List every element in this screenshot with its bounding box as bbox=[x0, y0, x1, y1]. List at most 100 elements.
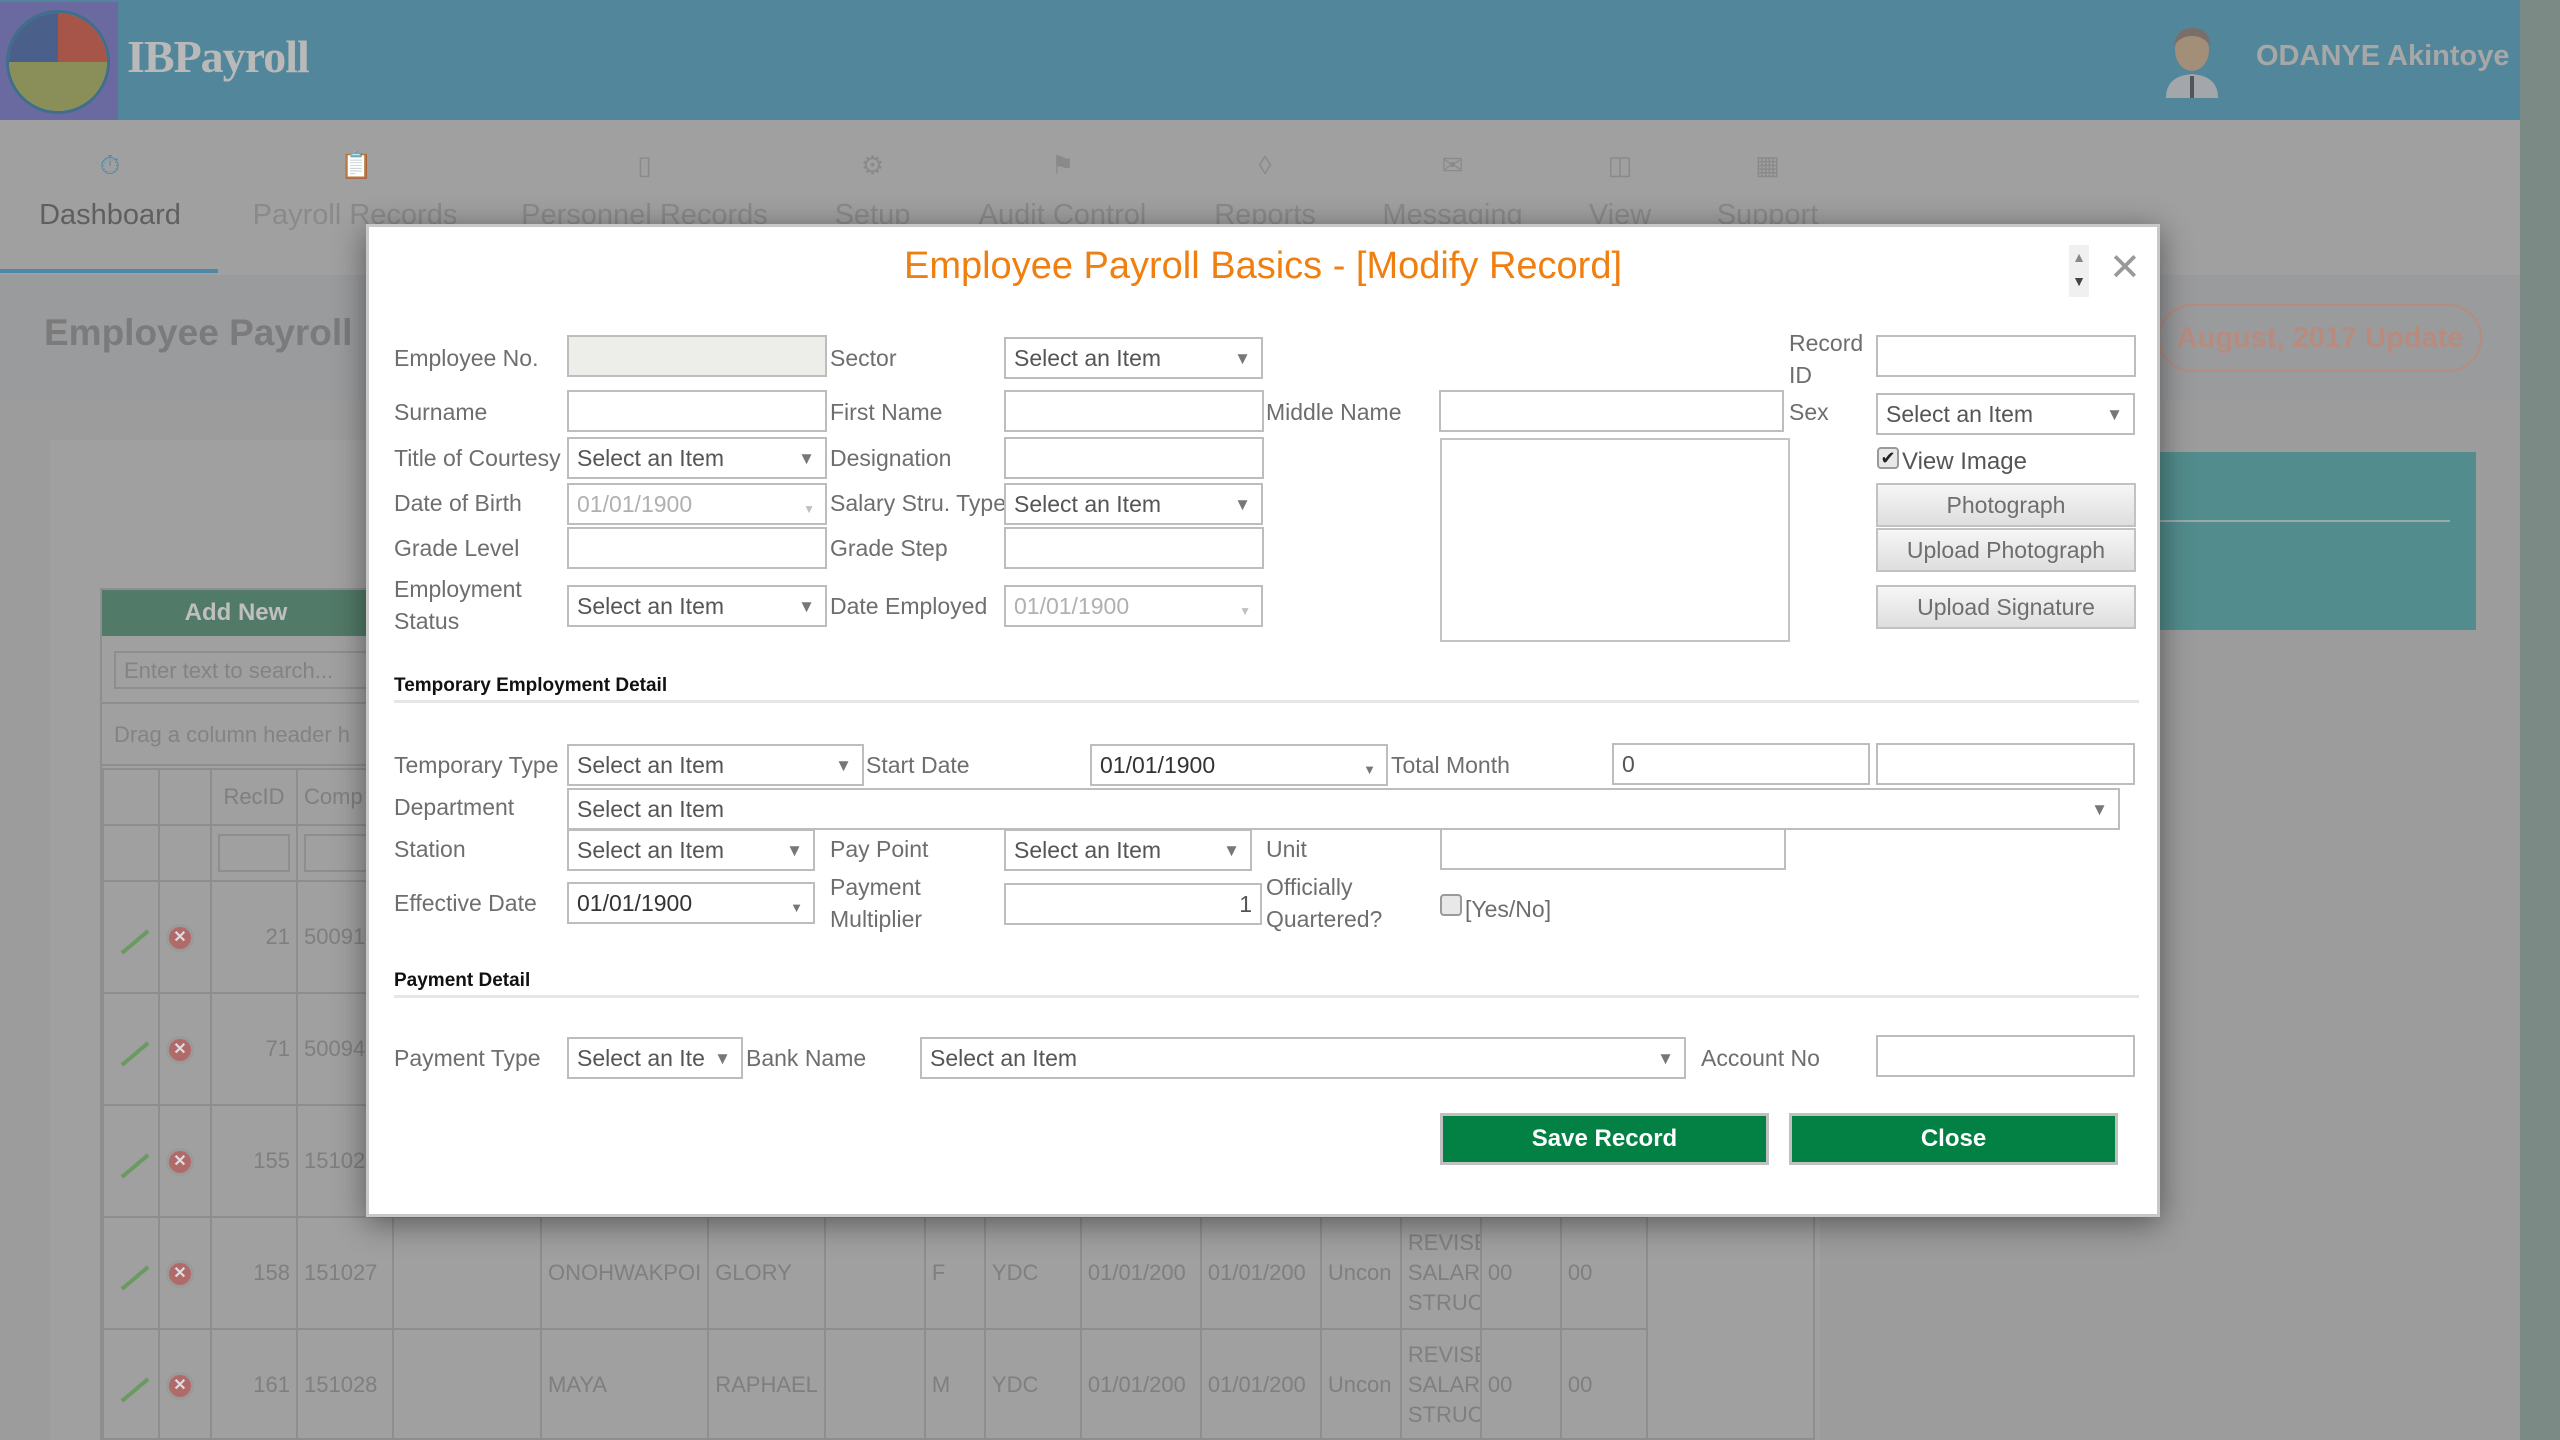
flag-icon: ⚑ bbox=[1050, 150, 1075, 180]
temporary-type-label: Temporary Type bbox=[394, 752, 559, 778]
col-header-delete bbox=[158, 768, 212, 826]
date-employed-label: Date Employed bbox=[830, 593, 988, 619]
total-month-extra-field[interactable] bbox=[1876, 743, 2135, 785]
cell-date: 01/01/200 bbox=[1199, 1328, 1322, 1440]
date-employed-date-picker[interactable]: 01/01/1900 bbox=[1004, 585, 1263, 627]
cell-recid: 158 bbox=[210, 1216, 298, 1330]
pay-point-select[interactable]: Select an Item bbox=[1004, 829, 1252, 871]
network-icon: ▦ bbox=[1755, 150, 1780, 180]
start-date-picker[interactable]: 01/01/1900 bbox=[1090, 744, 1388, 786]
cell-surname: MAYA bbox=[539, 1328, 710, 1440]
payment-section-title: Payment Detail bbox=[394, 970, 531, 991]
total-month-field[interactable]: 0 bbox=[1612, 743, 1870, 785]
sex-select[interactable]: Select an Item bbox=[1876, 393, 2135, 435]
layers-icon: ◊ bbox=[1258, 150, 1272, 180]
add-new-button[interactable]: Add New bbox=[102, 590, 370, 636]
middle-name-label: Middle Name bbox=[1266, 399, 1402, 425]
close-button[interactable]: Close bbox=[1789, 1113, 2118, 1165]
upload-photograph-button[interactable]: Upload Photograph bbox=[1876, 528, 2136, 572]
nav-dashboard[interactable]: ⏱ Dashboard bbox=[20, 120, 200, 275]
unit-label: Unit bbox=[1266, 836, 1307, 862]
arrow-up-icon[interactable]: ▲ bbox=[2072, 249, 2086, 265]
employment-status-label: Employment Status bbox=[394, 576, 522, 634]
dob-label: Date of Birth bbox=[394, 490, 522, 516]
department-select[interactable]: Select an Item bbox=[567, 788, 2120, 830]
cell-sex: M bbox=[923, 1328, 986, 1440]
edit-pencil-icon[interactable] bbox=[102, 880, 160, 994]
gear-icon: ⚙ bbox=[860, 150, 885, 180]
payment-type-select[interactable]: Select an Ite bbox=[567, 1037, 743, 1079]
salary-type-select[interactable]: Select an Item bbox=[1004, 483, 1263, 525]
modal-scroll-arrows[interactable]: ▲ ▼ bbox=[2069, 245, 2089, 297]
view-image-checkbox[interactable]: ✔ bbox=[1877, 447, 1899, 469]
user-avatar-icon[interactable] bbox=[2160, 24, 2224, 98]
grade-step-label: Grade Step bbox=[830, 535, 948, 561]
unit-field[interactable] bbox=[1440, 828, 1786, 870]
record-id-field[interactable] bbox=[1876, 335, 2136, 377]
bank-name-label: Bank Name bbox=[746, 1045, 867, 1071]
cell-recid: 155 bbox=[210, 1104, 298, 1218]
cell-date: 01/01/200 bbox=[1079, 1216, 1202, 1330]
officially-quartered-checkbox[interactable] bbox=[1440, 894, 1462, 916]
update-badge[interactable]: August, 2017 Update bbox=[2158, 304, 2482, 372]
record-id-label: Record ID bbox=[1789, 330, 1864, 388]
upload-signature-button[interactable]: Upload Signature bbox=[1876, 585, 2136, 629]
edit-pencil-icon[interactable] bbox=[102, 1328, 160, 1440]
grid-search-input[interactable]: Enter text to search... bbox=[114, 651, 384, 689]
grade-step-field[interactable] bbox=[1004, 527, 1264, 569]
photograph-button[interactable]: Photograph bbox=[1876, 483, 2136, 527]
cell: 00 bbox=[1559, 1328, 1648, 1440]
delete-icon[interactable]: ✕ bbox=[158, 992, 212, 1106]
title-courtesy-select[interactable]: Select an Item bbox=[567, 437, 827, 479]
cell-first-name: RAPHAEL bbox=[707, 1328, 826, 1440]
salary-type-label: Salary Stru. Type bbox=[830, 490, 1006, 516]
temp-section-title: Temporary Employment Detail bbox=[394, 675, 668, 696]
filter-cell bbox=[158, 824, 212, 882]
page-title: Employee Payroll bbox=[44, 312, 353, 353]
page-scrollbar[interactable] bbox=[2520, 0, 2560, 1440]
temporary-type-select[interactable]: Select an Item bbox=[567, 744, 864, 786]
cell bbox=[392, 1216, 542, 1330]
filter-recid[interactable] bbox=[210, 824, 298, 882]
effective-date-picker[interactable]: 01/01/1900 bbox=[567, 882, 815, 924]
sex-label: Sex bbox=[1789, 399, 1829, 425]
cell-first-name: GLORY bbox=[707, 1216, 826, 1330]
department-label: Department bbox=[394, 794, 515, 820]
edit-pencil-icon[interactable] bbox=[102, 1104, 160, 1218]
user-name[interactable]: ODANYE Akintoye bbox=[2256, 40, 2510, 73]
yes-no-label: [Yes/No] bbox=[1465, 896, 1552, 922]
sector-select[interactable]: Select an Item bbox=[1004, 337, 1263, 379]
payment-multiplier-field[interactable]: 1 bbox=[1004, 883, 1262, 925]
arrow-down-icon[interactable]: ▼ bbox=[2072, 273, 2086, 289]
dob-date-picker[interactable]: 01/01/1900 bbox=[567, 483, 827, 525]
grade-level-field[interactable] bbox=[567, 527, 827, 569]
employee-payroll-modal: Employee Payroll Basics - [Modify Record… bbox=[366, 224, 2160, 1217]
delete-icon[interactable]: ✕ bbox=[158, 1216, 212, 1330]
delete-icon[interactable]: ✕ bbox=[158, 1104, 212, 1218]
close-icon[interactable]: ✕ bbox=[2109, 245, 2141, 290]
bank-name-select[interactable]: Select an Item bbox=[920, 1037, 1686, 1079]
account-no-field[interactable] bbox=[1876, 1035, 2135, 1077]
cell-comp: 151027 bbox=[296, 1216, 394, 1330]
save-record-button[interactable]: Save Record bbox=[1440, 1113, 1769, 1165]
edit-pencil-icon[interactable] bbox=[102, 1216, 160, 1330]
col-header-recid[interactable]: RecID bbox=[210, 768, 298, 826]
station-select[interactable]: Select an Item bbox=[567, 829, 815, 871]
cell-surname: ONOHWAKPOI bbox=[539, 1216, 710, 1330]
col-header-edit bbox=[102, 768, 160, 826]
surname-field[interactable] bbox=[567, 390, 827, 432]
edit-pencil-icon[interactable] bbox=[102, 992, 160, 1106]
delete-icon[interactable]: ✕ bbox=[158, 880, 212, 994]
cell-status: Uncon bbox=[1319, 1328, 1402, 1440]
photo-preview bbox=[1440, 438, 1790, 642]
delete-icon[interactable]: ✕ bbox=[158, 1328, 212, 1440]
cell-date: 01/01/200 bbox=[1079, 1328, 1202, 1440]
organization-logo[interactable] bbox=[0, 2, 118, 120]
employee-no-field[interactable] bbox=[567, 335, 827, 377]
first-name-field[interactable] bbox=[1004, 390, 1264, 432]
middle-name-field[interactable] bbox=[1439, 390, 1784, 432]
employment-status-select[interactable]: Select an Item bbox=[567, 585, 827, 627]
designation-field[interactable] bbox=[1004, 437, 1264, 479]
surname-label: Surname bbox=[394, 399, 488, 425]
view-image-label: View Image bbox=[1902, 448, 2027, 475]
